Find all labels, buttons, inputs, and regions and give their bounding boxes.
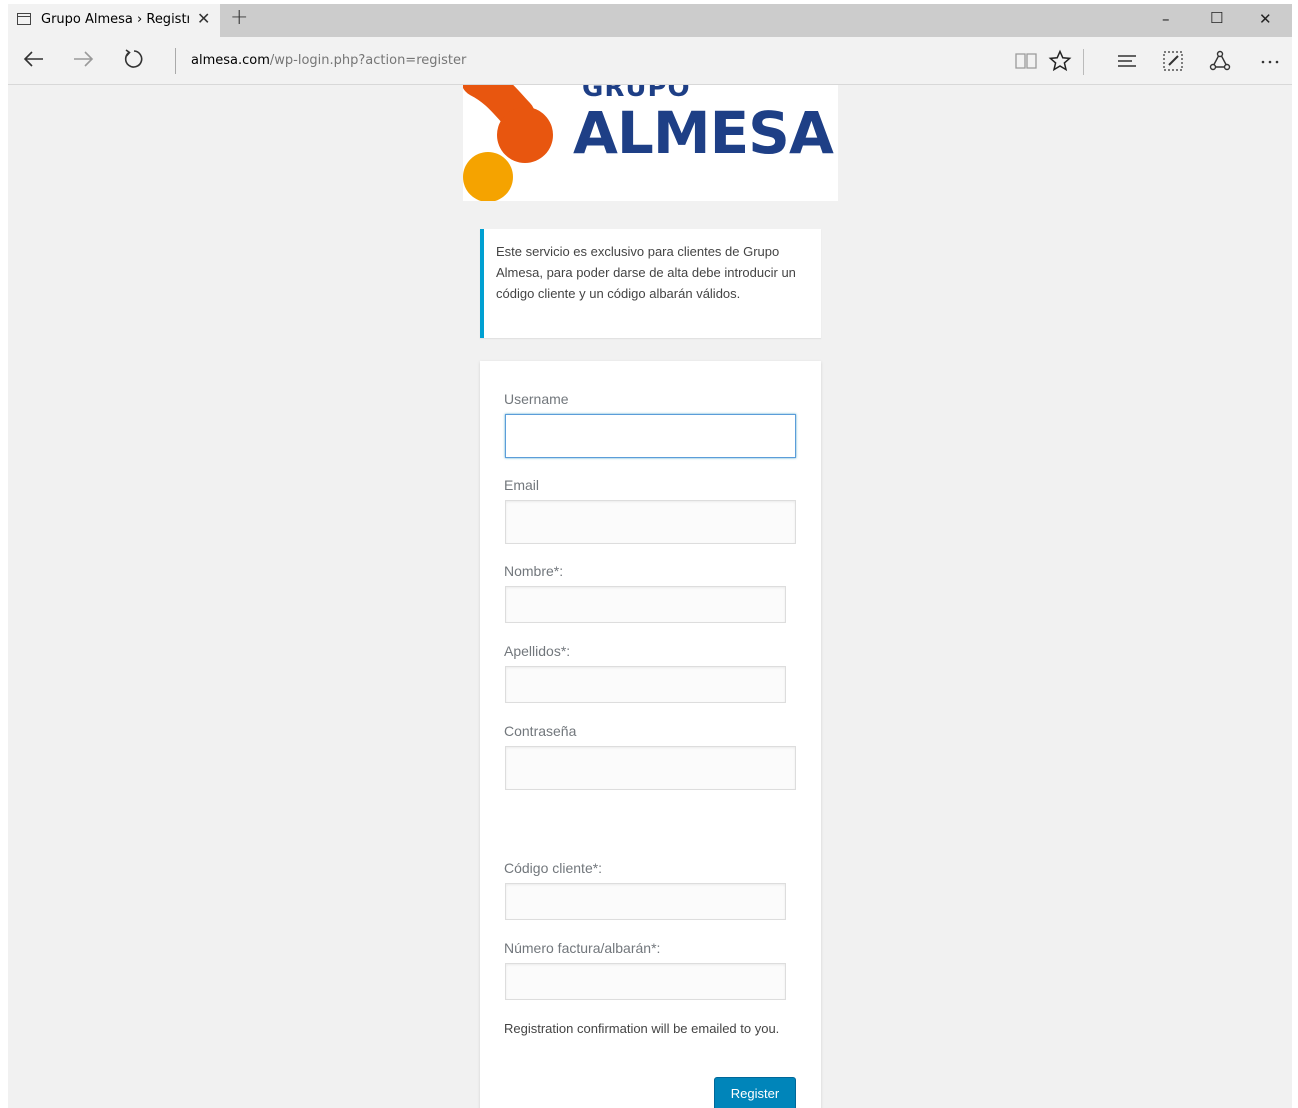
- register-button[interactable]: Register: [714, 1077, 796, 1108]
- codigo-cliente-label: Código cliente*:: [504, 860, 603, 876]
- address-separator: [175, 48, 176, 74]
- password-label: Contraseña: [504, 723, 577, 739]
- browser-tab[interactable]: Grupo Almesa › Registra ✕: [8, 4, 220, 37]
- password-input[interactable]: [505, 746, 796, 790]
- tab-bar: Grupo Almesa › Registra ✕ + – ☐ ✕: [8, 4, 1292, 37]
- page-content: GRUPO ALMESA Este servicio es exclusivo …: [8, 85, 1292, 1108]
- toolbar-separator: [1083, 49, 1084, 75]
- username-label: Username: [504, 391, 569, 407]
- numero-factura-label: Número factura/albarán*:: [504, 940, 661, 956]
- back-arrow-icon[interactable]: [22, 47, 46, 77]
- reading-view-icon[interactable]: [1014, 49, 1038, 78]
- nombre-input[interactable]: [505, 586, 786, 623]
- notice-text: Este servicio es exclusivo para clientes…: [496, 244, 796, 301]
- maximize-button[interactable]: ☐: [1210, 9, 1223, 27]
- email-input[interactable]: [505, 500, 796, 544]
- forward-arrow-icon[interactable]: [71, 47, 95, 77]
- register-form: Username Email Nombre*: Apellidos*: Cont…: [480, 361, 821, 1108]
- email-label: Email: [504, 477, 540, 493]
- url-path: /wp-login.php?action=register: [269, 53, 467, 68]
- hub-icon[interactable]: [1115, 49, 1139, 78]
- more-icon[interactable]: [1258, 49, 1282, 78]
- tab-title: Grupo Almesa › Registra: [41, 12, 189, 27]
- confirmation-message: Registration confirmation will be emaile…: [504, 1021, 780, 1036]
- minimize-button[interactable]: –: [1162, 10, 1170, 28]
- apellidos-label: Apellidos*:: [504, 643, 571, 659]
- almesa-logo[interactable]: GRUPO ALMESA: [463, 85, 838, 201]
- page-icon: [17, 13, 31, 25]
- username-input[interactable]: [505, 414, 796, 458]
- logo-main-text: ALMESA: [573, 99, 834, 167]
- favorite-star-icon[interactable]: [1048, 49, 1072, 78]
- browser-window: Grupo Almesa › Registra ✕ + – ☐ ✕ almesa…: [8, 4, 1292, 1108]
- url-domain: almesa.com: [191, 53, 270, 68]
- apellidos-input[interactable]: [505, 666, 786, 703]
- share-icon[interactable]: [1208, 49, 1232, 78]
- close-tab-icon[interactable]: ✕: [197, 9, 210, 28]
- close-window-button[interactable]: ✕: [1259, 10, 1272, 28]
- navigation-bar: almesa.com/wp-login.php?action=register: [8, 37, 1292, 85]
- new-tab-button[interactable]: +: [230, 5, 248, 30]
- web-note-icon[interactable]: [1161, 49, 1185, 78]
- address-bar[interactable]: almesa.com/wp-login.php?action=register: [191, 53, 466, 68]
- notice-message: Este servicio es exclusivo para clientes…: [480, 229, 821, 338]
- refresh-icon[interactable]: [122, 47, 146, 77]
- nombre-label: Nombre*:: [504, 563, 564, 579]
- codigo-cliente-input[interactable]: [505, 883, 786, 920]
- numero-factura-input[interactable]: [505, 963, 786, 1000]
